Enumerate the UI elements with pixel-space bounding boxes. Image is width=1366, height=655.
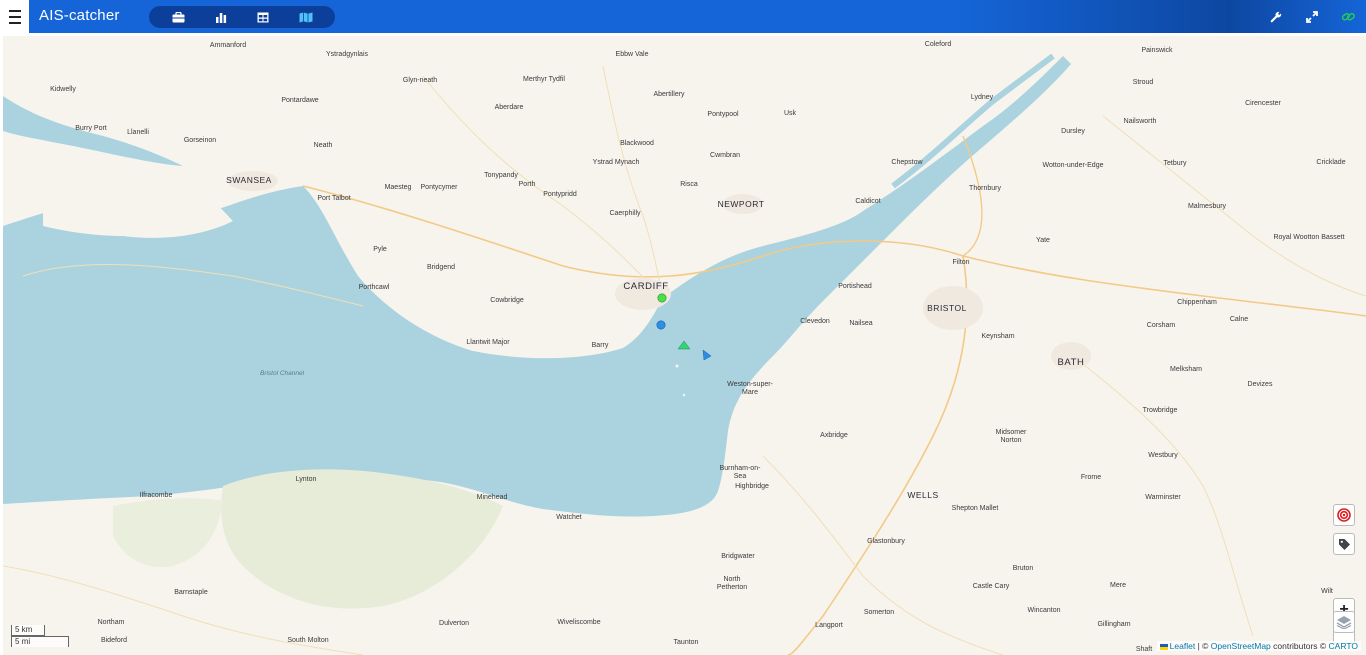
table-icon — [257, 12, 269, 22]
link-icon — [1341, 12, 1355, 21]
tab-map[interactable] — [296, 9, 316, 25]
center-station-button[interactable] — [1333, 504, 1355, 526]
menu-button[interactable] — [0, 0, 29, 33]
tab-bar — [149, 6, 335, 28]
osm-link[interactable]: OpenStreetMap — [1211, 641, 1271, 651]
map-icon — [299, 12, 313, 22]
tab-dashboard[interactable] — [168, 9, 188, 25]
app-title: AIS-catcher — [39, 7, 120, 24]
attribution-sep: | © — [1195, 641, 1211, 651]
expand-icon — [1306, 10, 1318, 23]
leaflet-link[interactable]: Leaflet — [1170, 641, 1196, 651]
carto-link[interactable]: CARTO — [1329, 641, 1358, 651]
vessel-marker[interactable] — [656, 320, 666, 330]
top-bar: AIS-catcher — [0, 0, 1366, 33]
header-tools — [1258, 0, 1366, 33]
vessel-marker[interactable] — [677, 340, 691, 350]
ukraine-flag-icon — [1159, 643, 1168, 650]
briefcase-icon — [172, 11, 185, 22]
hamburger-icon — [8, 8, 21, 26]
wrench-icon — [1270, 11, 1282, 22]
attribution: Leaflet | © OpenStreetMap contributors ©… — [1156, 641, 1361, 651]
connection-button[interactable] — [1330, 0, 1366, 33]
vessel-marker[interactable] — [657, 293, 667, 303]
scale-km: 5 km — [11, 625, 45, 636]
scale-mi: 5 mi — [11, 636, 69, 647]
attribution-contrib: contributors © — [1270, 641, 1329, 651]
fullscreen-button[interactable] — [1294, 0, 1330, 33]
tab-ships-table[interactable] — [253, 9, 273, 25]
toggle-labels-button[interactable] — [1333, 533, 1355, 555]
vessel-marker[interactable] — [702, 349, 712, 361]
vessel-layer — [656, 293, 712, 361]
target-icon — [1337, 508, 1351, 522]
settings-button[interactable] — [1258, 0, 1294, 33]
layers-icon — [1336, 616, 1352, 629]
tab-plots[interactable] — [211, 9, 231, 25]
layers-button[interactable] — [1333, 611, 1355, 633]
map-view[interactable]: Ammanford Ystradgynlais Ebbw Vale Colefo… — [3, 36, 1366, 655]
bar-chart-icon — [215, 12, 226, 23]
tag-icon — [1338, 538, 1350, 550]
